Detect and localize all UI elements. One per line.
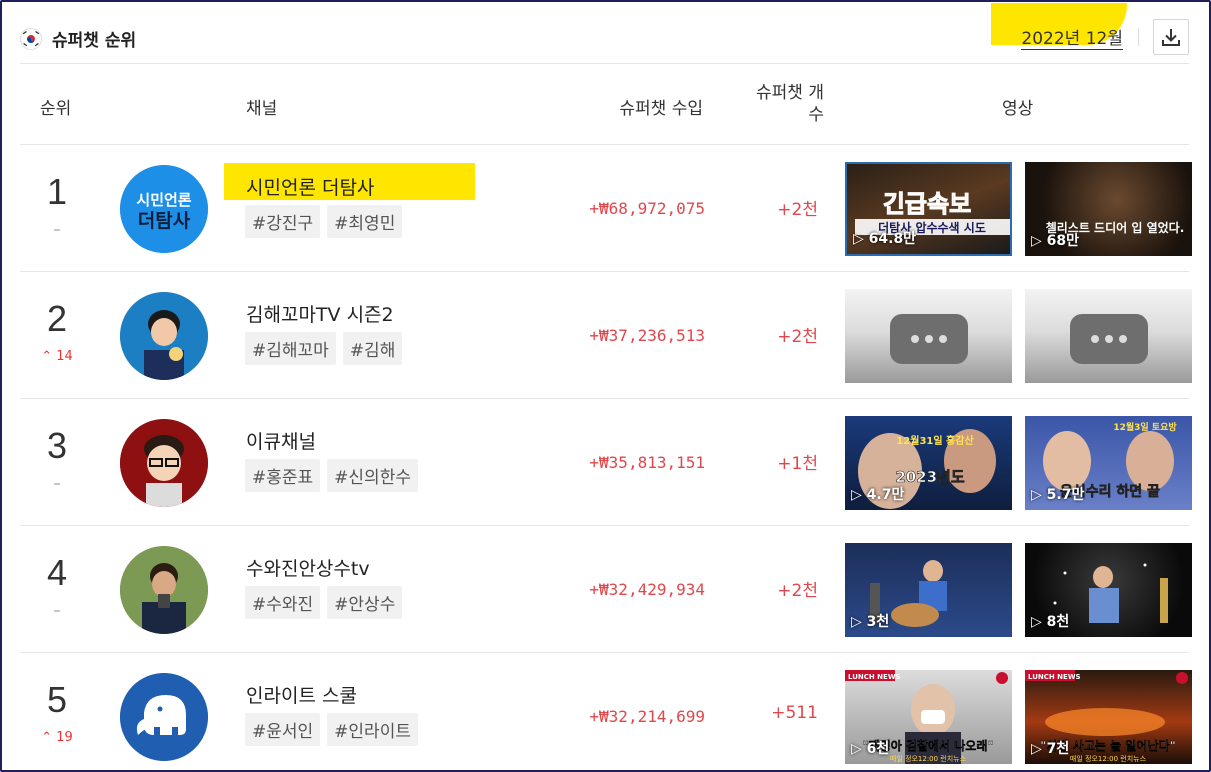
view-count: ▷ 8천 xyxy=(1031,614,1070,630)
rank-change: ⌃ 14 xyxy=(41,349,73,364)
tag[interactable]: #홍준표 xyxy=(245,459,321,492)
view-count: ▷ 3천 xyxy=(851,614,890,630)
thumb-text: 매일 정오12:00 런치뉴스 xyxy=(890,754,967,763)
table-row[interactable]: 1 – 시민언론 더탐사 시민언론 더탐사 #강진구 #최영민 +₩68,972… xyxy=(20,145,1192,272)
tag[interactable]: #최영민 xyxy=(327,205,403,238)
download-icon xyxy=(1162,29,1180,46)
avatar[interactable] xyxy=(120,419,208,507)
channel-tags: #김해꼬마 #김해 xyxy=(245,332,403,365)
tag[interactable]: #윤서인 xyxy=(245,713,321,746)
superchat-income: +₩35,813,151 xyxy=(589,453,705,472)
col-income: 슈퍼챗 수입 xyxy=(619,99,703,119)
tag[interactable]: #신의한수 xyxy=(327,459,418,492)
channel-tags: #수와진 #안상수 xyxy=(245,586,403,619)
superchat-count: +2천 xyxy=(777,581,818,601)
avatar-text: 시민언론 xyxy=(136,191,191,209)
rank-change: – xyxy=(53,476,61,492)
channel-name[interactable]: 시민언론 더탐사 xyxy=(246,173,374,200)
thumb-text: 12월31일 홍감산 xyxy=(896,434,974,447)
rank-change: – xyxy=(53,603,61,619)
header-divider xyxy=(1138,28,1139,46)
rank-change: ⌃ 19 xyxy=(41,730,73,745)
avatar[interactable] xyxy=(120,292,208,380)
tag[interactable]: #수와진 xyxy=(245,586,321,619)
thumb-text: 2023년도 xyxy=(895,468,965,486)
avatar[interactable]: 시민언론 더탐사 xyxy=(120,165,208,253)
table-row[interactable]: 5 ⌃ 19 인라이트 스쿨 #윤서인 #인라이트 +₩32,214,699 +… xyxy=(20,653,1192,770)
rank-up-icon: ⌃ xyxy=(41,730,53,745)
superchat-count: +2천 xyxy=(777,200,818,220)
view-count: ▷ 68만 xyxy=(1031,233,1080,249)
video-thumbnail[interactable]: LUNCH NEWS "재명아 검찰에서 나오래" 매일 정오12:00 런치뉴… xyxy=(845,670,1012,764)
col-video: 영상 xyxy=(1002,99,1034,119)
superchat-income: +₩32,429,934 xyxy=(589,580,705,599)
rank-number: 3 xyxy=(46,425,68,466)
superchat-income: +₩32,214,699 xyxy=(589,707,705,726)
video-thumbnail[interactable] xyxy=(845,289,1012,383)
thumb-text: LUNCH NEWS xyxy=(848,673,901,681)
video-thumbnail[interactable]: 긴급속보 더탐사 압수수색 시도 ▷ 64.8만 xyxy=(845,162,1012,256)
thumb-text: 긴급속보 xyxy=(883,190,971,218)
superchat-count: +1천 xyxy=(777,454,818,474)
col-rank: 순위 xyxy=(40,99,72,119)
view-count: ▷ 6천 xyxy=(851,741,890,757)
channel-name[interactable]: 이큐채널 xyxy=(246,427,316,454)
view-count: ▷ 5.7만 xyxy=(1031,487,1085,503)
table-header: 순위 채널 슈퍼챗 수입 슈퍼챗 개수 영상 xyxy=(20,65,1189,145)
view-count: ▷ 4.7만 xyxy=(851,487,905,503)
period-selector[interactable]: 2022년 12월 xyxy=(1021,24,1123,50)
supchat-ranking-panel: 슈퍼챗 순위 2022년 12월 순위 채널 슈퍼챗 수입 슈퍼챗 개수 영상 … xyxy=(0,0,1211,772)
video-thumbnail[interactable]: 12월3일 토요방 윤석수리 하면 끝 ▷ 5.7만 xyxy=(1025,416,1192,510)
channel-name[interactable]: 인라이트 스쿨 xyxy=(246,681,357,708)
rank-change: – xyxy=(53,222,61,238)
video-thumbnail[interactable]: 12월31일 홍감산 2023년도 ▷ 4.7만 xyxy=(845,416,1012,510)
panel-header: 슈퍼챗 순위 2022년 12월 xyxy=(20,3,1189,64)
korea-flag-icon xyxy=(20,27,42,50)
rank-number: 1 xyxy=(46,171,68,212)
tag[interactable]: #강진구 xyxy=(245,205,321,238)
tag[interactable]: #인라이트 xyxy=(327,713,418,746)
channel-tags: #강진구 #최영민 xyxy=(245,205,403,238)
view-count: ▷ 7천 xyxy=(1031,741,1070,757)
table-row[interactable]: 2 ⌃ 14 김해꼬마TV 시즌2 #김해꼬마 #김해 +₩37,236,513… xyxy=(20,272,1192,399)
table-row[interactable]: 4 – 수와진안상수tv #수와진 #안상수 +₩32,429,934 +2천 xyxy=(20,526,1192,653)
channel-name[interactable]: 수와진안상수tv xyxy=(246,554,370,581)
video-thumbnail[interactable]: LUNCH NEWS "사건 사고는 늘 일어난다" 매일 정오12:00 런치… xyxy=(1025,670,1192,764)
video-thumbnail[interactable]: ▷ 3천 xyxy=(845,543,1012,637)
video-thumbnail[interactable]: 첼리스트 드디어 입 열었다. ▷ 68만 xyxy=(1025,162,1192,256)
table-row[interactable]: 3 – 이큐채널 #홍준표 #신의한수 +₩35,813,151 +1천 12월… xyxy=(20,399,1192,526)
channel-tags: #윤서인 #인라이트 xyxy=(245,713,418,746)
view-count: ▷ 64.8만 xyxy=(853,231,917,247)
download-button[interactable] xyxy=(1153,19,1189,55)
tag[interactable]: #김해꼬마 xyxy=(245,332,336,365)
avatar[interactable] xyxy=(120,546,208,634)
rank-number: 2 xyxy=(46,298,68,339)
avatar-text: 더탐사 xyxy=(138,210,191,232)
panel-title: 슈퍼챗 순위 xyxy=(52,31,137,51)
video-placeholder-icon xyxy=(889,314,968,364)
thumb-text: 12월3일 토요방 xyxy=(1113,421,1177,433)
col-count: 슈퍼챗 개수 xyxy=(756,83,824,125)
thumb-text: LUNCH NEWS xyxy=(1028,673,1081,681)
channel-name[interactable]: 김해꼬마TV 시즌2 xyxy=(246,300,394,327)
rank-up-icon: ⌃ xyxy=(41,349,53,364)
rank-number: 4 xyxy=(46,552,68,593)
avatar[interactable] xyxy=(120,673,208,761)
thumb-text: 매일 정오12:00 런치뉴스 xyxy=(1070,754,1147,763)
channel-tags: #홍준표 #신의한수 xyxy=(245,459,418,492)
tag[interactable]: #김해 xyxy=(342,332,403,365)
video-thumbnail[interactable]: ▷ 8천 xyxy=(1025,543,1192,637)
col-channel: 채널 xyxy=(246,99,278,119)
superchat-count: +2천 xyxy=(777,327,818,347)
superchat-count: +511 xyxy=(771,703,818,723)
superchat-income: +₩68,972,075 xyxy=(589,199,705,218)
video-thumbnail[interactable] xyxy=(1025,289,1192,383)
tag[interactable]: #안상수 xyxy=(327,586,403,619)
superchat-income: +₩37,236,513 xyxy=(589,326,705,345)
rank-number: 5 xyxy=(46,679,68,720)
video-placeholder-icon xyxy=(1069,314,1148,364)
